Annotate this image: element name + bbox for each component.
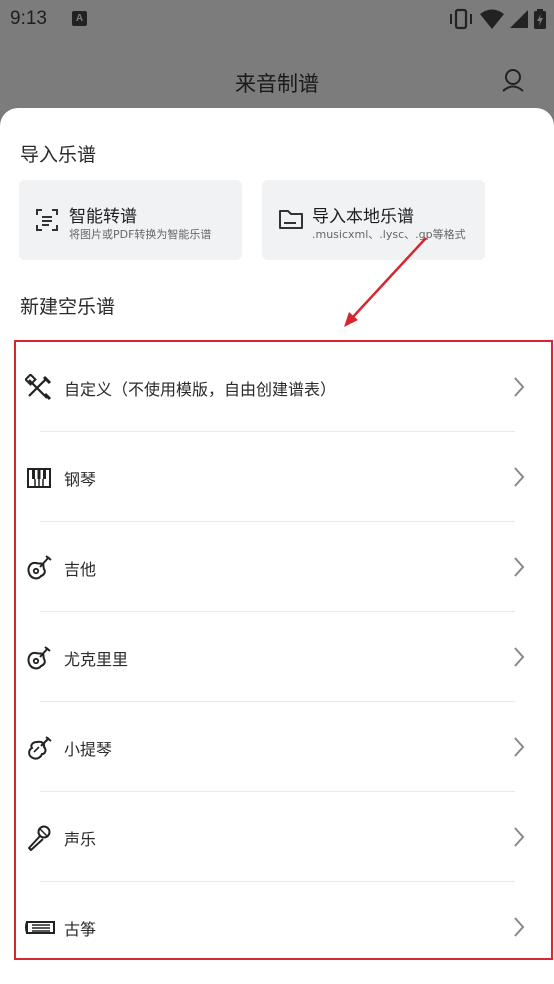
vibrate-icon	[450, 8, 472, 30]
new-section-title: 新建空乐谱	[20, 296, 116, 318]
smart-transcribe-title: 智能转谱	[69, 207, 137, 227]
chevron-right-icon	[513, 916, 525, 942]
guitar-icon	[25, 554, 53, 582]
list-item-custom[interactable]: 自定义（不使用模版，自由创建谱表）	[16, 342, 551, 432]
user-profile-icon[interactable]	[500, 66, 526, 92]
chevron-right-icon	[513, 466, 525, 492]
battery-icon	[534, 9, 546, 29]
scan-icon	[35, 208, 59, 236]
import-local-card[interactable]: 导入本地乐谱 .musicxml、.lysc、.gp等格式	[262, 180, 485, 260]
import-local-subtitle: .musicxml、.lysc、.gp等格式	[312, 228, 466, 241]
list-item-label: 钢琴	[64, 470, 97, 489]
list-item-label: 古筝	[64, 920, 97, 939]
app-bar: 来音制谱	[0, 40, 554, 110]
custom-tools-icon	[24, 373, 53, 402]
ukulele-icon	[25, 644, 53, 672]
list-item-violin[interactable]: 小提琴	[16, 702, 551, 792]
page-title: 来音制谱	[235, 72, 319, 96]
list-item-label: 吉他	[64, 560, 97, 579]
microphone-icon	[25, 824, 53, 852]
list-item-guzheng[interactable]: 古筝	[16, 882, 551, 972]
status-bar: 9:13 A	[0, 0, 554, 40]
chevron-right-icon	[513, 736, 525, 762]
chevron-right-icon	[513, 826, 525, 852]
violin-icon	[25, 734, 53, 762]
folder-icon	[278, 208, 304, 234]
list-item-label: 自定义（不使用模版，自由创建谱表）	[64, 380, 337, 399]
instrument-list: 自定义（不使用模版，自由创建谱表） 钢琴 吉他 尤克里里 小提琴 声乐 古筝	[14, 340, 553, 960]
new-score-sheet: 导入乐谱 智能转谱 将图片或PDF转换为智能乐谱 导入本地乐谱 .musicxm…	[0, 108, 554, 984]
chevron-right-icon	[513, 556, 525, 582]
status-icons	[448, 8, 546, 30]
list-item-label: 尤克里里	[64, 650, 129, 669]
chevron-right-icon	[513, 376, 525, 402]
status-time: 9:13	[10, 8, 47, 29]
signal-icon	[510, 10, 528, 28]
list-item-ukulele[interactable]: 尤克里里	[16, 612, 551, 702]
piano-icon	[25, 464, 53, 492]
list-item-vocal[interactable]: 声乐	[16, 792, 551, 882]
smart-transcribe-card[interactable]: 智能转谱 将图片或PDF转换为智能乐谱	[19, 180, 242, 260]
list-item-label: 小提琴	[64, 740, 113, 759]
wifi-icon	[480, 9, 504, 29]
list-item-label: 声乐	[64, 830, 97, 849]
import-section-title: 导入乐谱	[20, 144, 97, 166]
notification-icon: A	[72, 11, 87, 26]
chevron-right-icon	[513, 646, 525, 672]
list-item-guitar[interactable]: 吉他	[16, 522, 551, 612]
import-local-title: 导入本地乐谱	[312, 207, 414, 227]
list-item-piano[interactable]: 钢琴	[16, 432, 551, 522]
smart-transcribe-subtitle: 将图片或PDF转换为智能乐谱	[69, 228, 212, 241]
guzheng-icon	[25, 914, 55, 942]
